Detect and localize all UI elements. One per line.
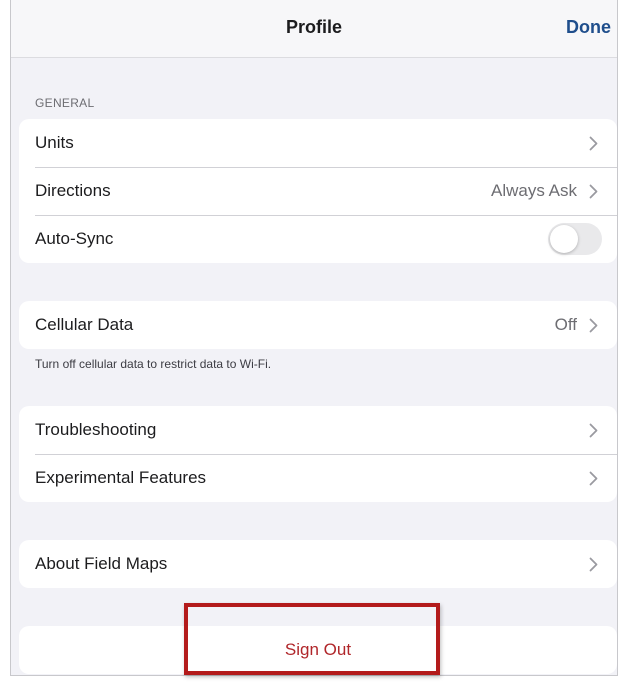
- navigation-bar: Profile Done: [11, 0, 617, 58]
- chevron-right-icon: [585, 469, 601, 487]
- cellular-footnote: Turn off cellular data to restrict data …: [35, 357, 272, 371]
- cellular-data-label: Cellular Data: [35, 315, 134, 334]
- about-field-maps-label: About Field Maps: [35, 554, 168, 573]
- about-field-maps-row[interactable]: About Field Maps: [19, 540, 617, 588]
- cellular-data-value: Off: [554, 315, 577, 334]
- toggle-knob: [550, 225, 578, 253]
- chevron-right-icon: [585, 421, 601, 439]
- auto-sync-row: Auto-Sync: [19, 215, 617, 263]
- cellular-data-row[interactable]: Cellular Data Off: [19, 301, 617, 349]
- experimental-features-row[interactable]: Experimental Features: [19, 454, 617, 502]
- units-label: Units: [35, 133, 74, 152]
- chevron-right-icon: [585, 316, 601, 334]
- units-row[interactable]: Units: [19, 119, 617, 167]
- troubleshooting-label: Troubleshooting: [35, 420, 157, 439]
- general-settings-group: Units Directions Always Ask Auto-Sync: [19, 119, 617, 263]
- chevron-right-icon: [585, 134, 601, 152]
- directions-value: Always Ask: [491, 181, 577, 200]
- directions-row[interactable]: Directions Always Ask: [19, 167, 617, 215]
- profile-screen: Profile Done GENERAL Units Directions Al…: [10, 0, 618, 676]
- support-settings-group: Troubleshooting Experimental Features: [19, 406, 617, 502]
- chevron-right-icon: [585, 555, 601, 573]
- screenshot-frame: Profile Done GENERAL Units Directions Al…: [0, 0, 622, 684]
- directions-label: Directions: [35, 181, 111, 200]
- about-settings-group: About Field Maps: [19, 540, 617, 588]
- page-title: Profile: [285, 17, 342, 37]
- sign-out-button[interactable]: Sign Out: [19, 640, 617, 660]
- experimental-features-label: Experimental Features: [35, 468, 207, 487]
- troubleshooting-row[interactable]: Troubleshooting: [19, 406, 617, 454]
- auto-sync-toggle[interactable]: [548, 223, 602, 255]
- section-header-general: GENERAL: [35, 96, 95, 110]
- done-button[interactable]: Done: [566, 17, 611, 38]
- sign-out-group: Sign Out: [19, 626, 617, 674]
- auto-sync-label: Auto-Sync: [35, 229, 114, 248]
- cellular-settings-group: Cellular Data Off: [19, 301, 617, 349]
- chevron-right-icon: [585, 182, 601, 200]
